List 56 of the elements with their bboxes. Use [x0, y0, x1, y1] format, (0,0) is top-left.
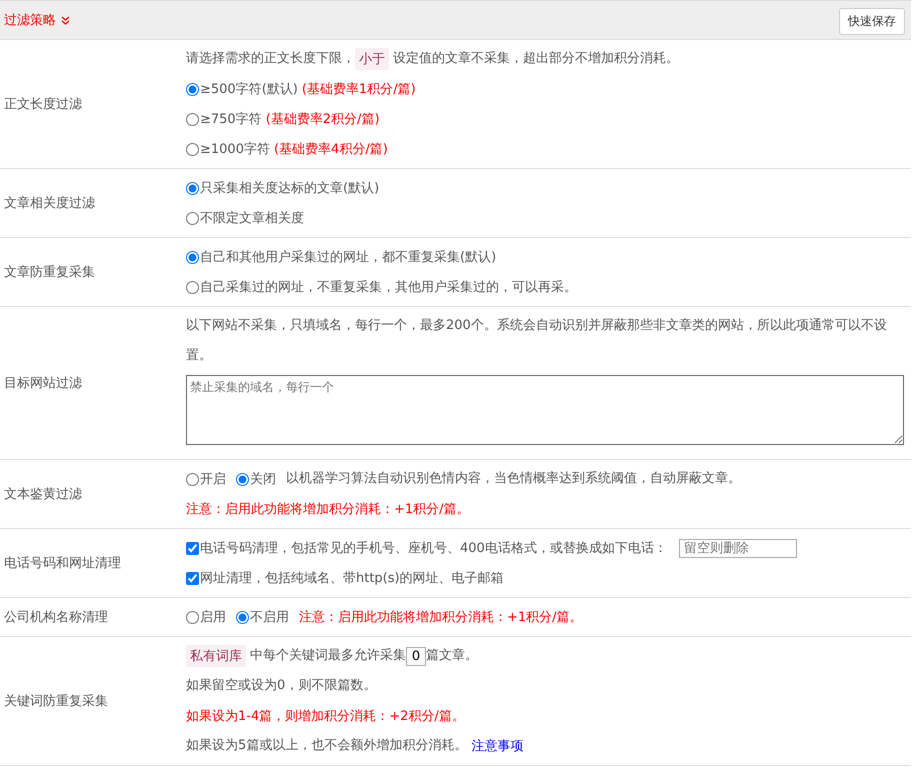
description-text: 请选择需求的正文长度下限， [186, 50, 355, 68]
field-label: 电话号码和网址清理 [3, 555, 122, 573]
checkbox[interactable] [186, 542, 199, 554]
checkbox[interactable] [186, 572, 199, 584]
option-label: 电话号码清理，包括常见的手机号、座机号、400电话格式，或替换成如下电话： [200, 540, 667, 557]
option-label: ≥750字符 [200, 111, 262, 128]
radio-button[interactable] [236, 472, 249, 486]
description-text: 如果留空或设为0，则不限篇数。 [186, 677, 376, 695]
description-text: 以下网站不采集，只填域名，每行一个，最多200个。系统会自动识别并屏蔽那些非文章类的网站，所以此项通常可以不设置。 [186, 317, 888, 365]
phone-input-field[interactable]: 留空则删除 [678, 538, 797, 558]
option-label: 开启 [200, 471, 226, 488]
warning-text: 如果设为1-4篇，则增加积分消耗：+2积分/篇。 [186, 708, 465, 725]
rate-note: (基础费率1积分/篇) [302, 81, 416, 98]
option-label: 只采集相关度达标的文章(默认) [200, 180, 380, 197]
option-label: ≥500字符(默认) [200, 81, 298, 98]
field-label: 关键词防重复采集 [3, 693, 109, 711]
keyword-tag: 私有词库 [186, 645, 246, 667]
radio-button[interactable] [186, 472, 199, 486]
radio-button[interactable] [186, 250, 199, 264]
option-label: 不限定文章相关度 [200, 210, 304, 227]
field-label: 公司机构名称清理 [3, 609, 109, 627]
radio-button[interactable] [186, 610, 199, 624]
domain-textarea[interactable]: 禁止采集的域名，每行一个 [186, 375, 904, 445]
description-text: 以机器学习算法自动识别色情内容，当色情概率达到系统阈值，自动屏蔽文章。 [286, 470, 741, 488]
option-label: 关闭 [250, 471, 276, 488]
field-label: 正文长度过滤 [3, 96, 83, 114]
radio-button[interactable] [186, 182, 199, 194]
double-chevron-down-icon[interactable] [61, 16, 70, 24]
option-label: 网址清理，包括纯域名、带http(s)的网址、电子邮箱 [200, 570, 504, 587]
rate-note: (基础费率4积分/篇) [274, 141, 388, 158]
field-label: 文本鉴黄过滤 [3, 486, 83, 504]
radio-button[interactable] [186, 212, 199, 224]
notes-link[interactable]: 注意事项 [471, 737, 524, 755]
description-text: 中每个关键词最多允许采集 [250, 647, 406, 665]
radio-button[interactable] [186, 142, 199, 156]
rate-note: (基础费率2积分/篇) [266, 111, 380, 128]
option-label: ≥1000字符 [200, 141, 270, 158]
radio-button[interactable] [186, 280, 199, 294]
radio-button[interactable] [186, 82, 199, 96]
option-label: 不启用 [250, 609, 289, 626]
count-input-field[interactable]: 0 [406, 646, 426, 666]
radio-button[interactable] [236, 610, 249, 624]
description-text: 如果设为5篇或以上，也不会额外增加积分消耗。 [186, 737, 468, 755]
radio-button[interactable] [186, 112, 199, 126]
field-label: 目标网站过滤 [3, 375, 83, 393]
option-label: 启用 [200, 609, 226, 626]
warning-text: 注意：启用此功能将增加积分消耗：+1积分/篇。 [186, 501, 470, 518]
quick-save-button[interactable]: 快速保存 [839, 8, 905, 35]
description-text: 篇文章。 [426, 647, 478, 665]
field-label: 文章防重复采集 [3, 264, 96, 282]
keyword-tag: 小于 [355, 48, 389, 70]
field-label: 文章相关度过滤 [3, 195, 96, 213]
description-text: 设定值的文章不采集，超出部分不增加积分消耗。 [393, 50, 679, 68]
option-label: 自己和其他用户采集过的网址，都不重复采集(默认) [200, 249, 496, 266]
option-label: 自己采集过的网址，不重复采集，其他用户采集过的，可以再采。 [200, 279, 577, 296]
warning-text: 注意：启用此功能将增加积分消耗：+1积分/篇。 [299, 609, 583, 626]
